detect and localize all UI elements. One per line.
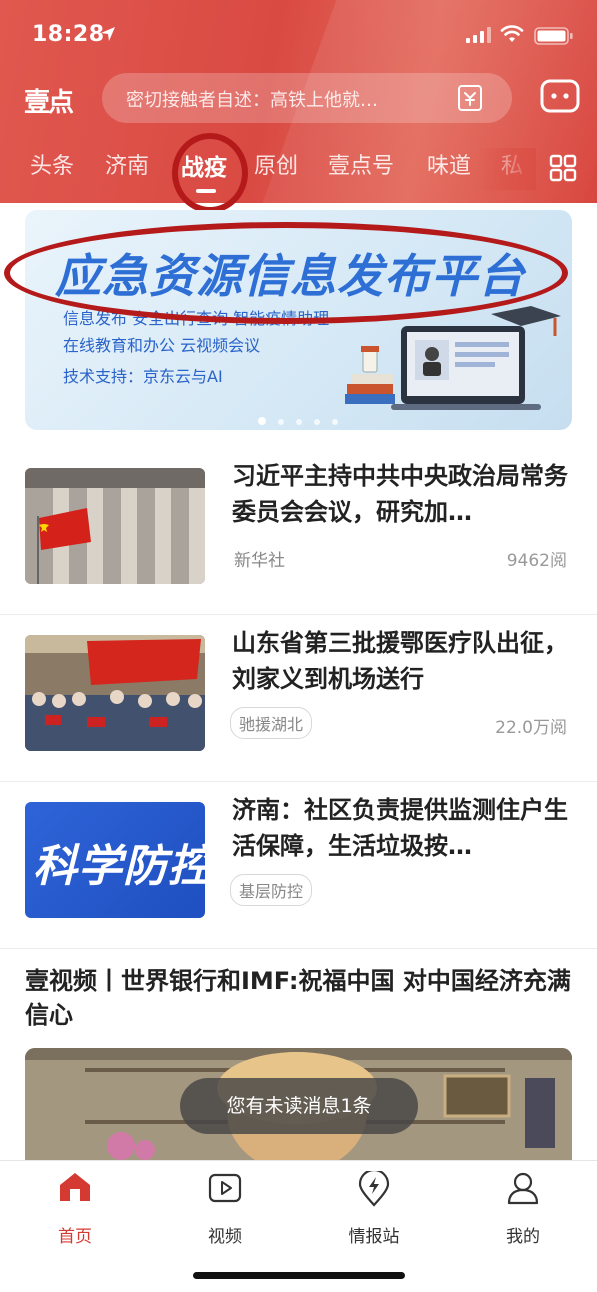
- news-title[interactable]: 习近平主持中共中央政治局常务委员会会议，研究加…: [232, 458, 577, 530]
- news-item[interactable]: 山东省第三批援鄂医疗队出征，刘家义到机场送行 驰援湖北 22.0万阅: [0, 615, 597, 782]
- tabs-fade-overlay: [476, 148, 536, 190]
- news-source: 新华社: [234, 551, 285, 571]
- banner-line-3: 技术支持：京东云与AI: [63, 367, 223, 386]
- intel-station-icon: [358, 1171, 390, 1207]
- nav-video-label: 视频: [208, 1227, 242, 1247]
- medical-team-illustration: [25, 635, 205, 751]
- banner-line-2: 在线教育和办公 云视频会议: [63, 336, 261, 355]
- banner-dot[interactable]: [278, 419, 284, 425]
- app-logo[interactable]: 壹点: [24, 80, 80, 118]
- annotation-ellipse: [4, 222, 568, 324]
- location-arrow-icon: [101, 27, 115, 41]
- search-voucher-icon[interactable]: [457, 83, 483, 113]
- search-placeholder[interactable]: 密切接触者自述：高铁上他就…: [126, 86, 446, 110]
- banner-pagination: [258, 410, 350, 425]
- banner-laptop-illustration: [345, 306, 561, 410]
- banner-dot[interactable]: [332, 419, 338, 425]
- news-thumbnail: 科学防控: [25, 802, 205, 918]
- nav-intel-label: 情报站: [348, 1227, 400, 1247]
- nav-home[interactable]: 首页: [15, 1171, 135, 1247]
- channel-grid-icon[interactable]: [549, 154, 577, 182]
- video-title[interactable]: 壹视频丨世界银行和IMF:祝福中国 对中国经济充满信心: [25, 964, 575, 1032]
- thumbnail-caption: 科学防控: [33, 841, 205, 892]
- tab-taste[interactable]: 味道: [427, 148, 471, 188]
- news-thumbnail: [25, 635, 205, 751]
- home-icon: [60, 1173, 90, 1201]
- tab-jinan[interactable]: 济南: [105, 148, 149, 188]
- news-tag[interactable]: 基层防控: [230, 874, 313, 906]
- search-bar[interactable]: 密切接触者自述：高铁上他就…: [102, 73, 512, 123]
- wifi-icon: [500, 25, 524, 42]
- news-item[interactable]: 习近平主持中共中央政治局常务委员会会议，研究加… 新华社 9462阅: [0, 448, 597, 615]
- tab-headlines[interactable]: 头条: [30, 148, 74, 188]
- profile-icon: [507, 1172, 539, 1205]
- tv-icon[interactable]: [540, 78, 580, 114]
- nav-profile-label: 我的: [506, 1227, 540, 1247]
- nav-home-label: 首页: [58, 1227, 92, 1247]
- nav-intel-station[interactable]: 情报站: [314, 1171, 434, 1247]
- news-read-count: 9462阅: [506, 551, 567, 571]
- news-read-count: 22.0万阅: [495, 718, 567, 738]
- news-item[interactable]: 科学防控 济南：社区负责提供监测住户生活保障，生活垃圾按… 基层防控: [0, 782, 597, 949]
- cellular-signal-icon: [466, 27, 491, 43]
- news-title[interactable]: 济南：社区负责提供监测住户生活保障，生活垃圾按…: [232, 792, 577, 864]
- status-time: 18:28: [32, 22, 105, 47]
- home-indicator[interactable]: [193, 1272, 405, 1279]
- banner-dot-active[interactable]: [258, 417, 266, 425]
- news-tag[interactable]: 驰援湖北: [230, 707, 313, 739]
- tab-original[interactable]: 原创: [254, 148, 298, 188]
- news-thumbnail: [25, 468, 205, 584]
- annotation-circle: [172, 133, 248, 213]
- app-header: 18:28 壹点 密切接触者自述：高铁上他就… 头条 济南 战疫 原创 壹点号 …: [0, 0, 597, 203]
- battery-icon: [534, 27, 573, 45]
- tab-yidianhao[interactable]: 壹点号: [328, 148, 394, 188]
- news-title[interactable]: 山东省第三批援鄂医疗队出征，刘家义到机场送行: [232, 625, 577, 697]
- banner-dot[interactable]: [296, 419, 302, 425]
- nav-video[interactable]: 视频: [165, 1171, 285, 1247]
- unread-toast[interactable]: 您有未读消息1条: [180, 1078, 418, 1134]
- channel-tabs: 头条 济南 战疫 原创 壹点号 味道 私: [0, 148, 597, 198]
- flag-pillars-illustration: [25, 468, 205, 584]
- app-logo-text: 壹点: [24, 88, 74, 118]
- video-icon: [208, 1173, 242, 1203]
- banner-dot[interactable]: [314, 419, 320, 425]
- status-bar: 18:28: [0, 0, 597, 70]
- nav-profile[interactable]: 我的: [463, 1171, 583, 1247]
